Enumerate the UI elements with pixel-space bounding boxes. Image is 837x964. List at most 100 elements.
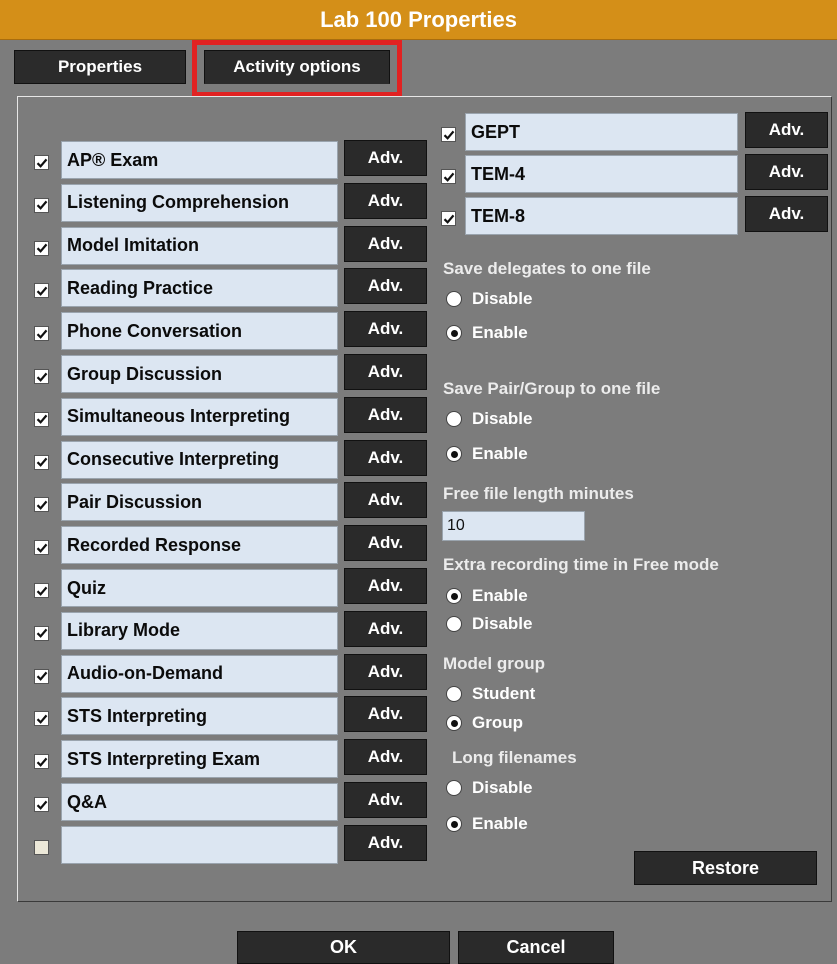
model-group-student-option[interactable]: Student: [446, 684, 535, 704]
exam-checkbox[interactable]: [441, 169, 456, 184]
long-filenames-label: Long filenames: [452, 748, 577, 767]
cancel-button[interactable]: Cancel: [458, 931, 614, 964]
activity-adv-button[interactable]: Adv.: [344, 782, 427, 818]
activity-name-field[interactable]: Library Mode: [61, 611, 338, 650]
activity-adv-button[interactable]: Adv.: [344, 824, 427, 861]
save-pair-group-disable-option[interactable]: Disable: [446, 409, 532, 429]
activity-adv-button[interactable]: Adv.: [344, 225, 427, 262]
tab-highlight-box: [192, 40, 402, 97]
radio-icon[interactable]: [446, 780, 462, 796]
activity-name-field[interactable]: Reading Practice: [61, 269, 338, 308]
radio-icon[interactable]: [446, 816, 462, 832]
save-pair-group-enable-option[interactable]: Enable: [446, 444, 528, 464]
activity-checkbox[interactable]: [34, 411, 49, 427]
activity-checkbox[interactable]: [34, 197, 49, 213]
activity-name-field[interactable]: STS Interpreting Exam: [61, 740, 338, 779]
radio-icon[interactable]: [446, 411, 462, 427]
activity-checkbox[interactable]: [34, 326, 49, 342]
activity-checkbox[interactable]: [34, 839, 49, 855]
model-group-label: Model group: [443, 654, 545, 673]
activity-adv-button[interactable]: Adv.: [344, 268, 427, 305]
long-filenames-disable-option[interactable]: Disable: [446, 778, 532, 798]
exam-adv-button[interactable]: Adv.: [745, 196, 828, 232]
save-pair-group-label: Save Pair/Group to one file: [443, 379, 661, 398]
activity-checkbox[interactable]: [34, 711, 49, 727]
long-filenames-enable-option[interactable]: Enable: [446, 814, 528, 834]
radio-icon[interactable]: [446, 616, 462, 632]
activity-adv-button[interactable]: Adv.: [344, 140, 427, 176]
exam-checkbox[interactable]: [441, 127, 456, 142]
radio-icon[interactable]: [446, 291, 462, 307]
activity-checkbox[interactable]: [34, 454, 49, 470]
activity-checkbox[interactable]: [34, 540, 49, 556]
ok-button[interactable]: OK: [237, 931, 450, 964]
activity-name-field[interactable]: Audio-on-Demand: [61, 654, 338, 693]
radio-label: Disable: [472, 289, 533, 308]
activity-name-field[interactable]: Quiz: [61, 569, 338, 607]
activity-adv-button[interactable]: Adv.: [344, 396, 427, 433]
exam-name-field[interactable]: TEM-4: [465, 155, 738, 193]
activity-checkbox[interactable]: [34, 583, 49, 598]
activity-adv-button[interactable]: Adv.: [344, 696, 427, 733]
radio-label: Disable: [472, 409, 533, 428]
activity-name-field[interactable]: Group Discussion: [61, 355, 338, 393]
activity-name-field[interactable]: Consecutive Interpreting: [61, 440, 338, 479]
activity-checkbox[interactable]: [34, 155, 49, 170]
restore-button[interactable]: Restore: [634, 851, 817, 885]
activity-name-field[interactable]: Phone Conversation: [61, 312, 338, 351]
radio-icon[interactable]: [446, 686, 462, 702]
activity-name-field[interactable]: STS Interpreting: [61, 697, 338, 736]
radio-icon[interactable]: [446, 715, 462, 731]
activity-checkbox[interactable]: [34, 497, 49, 513]
window-title: Lab 100 Properties: [0, 0, 837, 40]
exam-checkbox[interactable]: [441, 211, 456, 226]
activity-adv-button[interactable]: Adv.: [344, 525, 427, 562]
activity-adv-button[interactable]: Adv.: [344, 568, 427, 604]
tab-properties[interactable]: Properties: [14, 50, 186, 84]
radio-icon[interactable]: [446, 446, 462, 462]
activity-name-field[interactable]: Q&A: [61, 783, 338, 821]
activity-name-field[interactable]: Simultaneous Interpreting: [61, 397, 338, 436]
radio-label: Enable: [472, 444, 528, 463]
radio-label: Enable: [472, 323, 528, 342]
activity-name-field[interactable]: AP® Exam: [61, 141, 338, 179]
activity-name-field[interactable]: [61, 825, 338, 864]
radio-icon[interactable]: [446, 325, 462, 341]
activity-checkbox[interactable]: [34, 668, 49, 684]
activity-name-field[interactable]: Recorded Response: [61, 526, 338, 565]
exam-adv-button[interactable]: Adv.: [745, 154, 828, 190]
extra-recording-label: Extra recording time in Free mode: [443, 555, 719, 574]
activity-checkbox[interactable]: [34, 754, 49, 770]
activity-name-field[interactable]: Listening Comprehension: [61, 183, 338, 222]
free-file-length-input[interactable]: 10: [442, 511, 585, 541]
activity-adv-button[interactable]: Adv.: [344, 653, 427, 690]
extra-recording-disable-option[interactable]: Disable: [446, 614, 532, 634]
activity-checkbox[interactable]: [34, 797, 49, 812]
activity-checkbox[interactable]: [34, 625, 49, 641]
exam-name-field[interactable]: GEPT: [465, 113, 738, 151]
radio-icon[interactable]: [446, 588, 462, 604]
activity-name-field[interactable]: Pair Discussion: [61, 483, 338, 522]
exam-adv-button[interactable]: Adv.: [745, 112, 828, 148]
radio-label: Disable: [472, 778, 533, 797]
save-delegates-label: Save delegates to one file: [443, 259, 651, 278]
free-file-length-label: Free file length minutes: [443, 484, 634, 503]
exam-name-field[interactable]: TEM-8: [465, 197, 738, 235]
activity-name-field[interactable]: Model Imitation: [61, 226, 338, 265]
activity-adv-button[interactable]: Adv.: [344, 482, 427, 519]
activity-checkbox[interactable]: [34, 240, 49, 256]
extra-recording-enable-option[interactable]: Enable: [446, 586, 528, 606]
radio-label: Student: [472, 684, 536, 703]
save-delegates-enable-option[interactable]: Enable: [446, 323, 528, 343]
activity-adv-button[interactable]: Adv.: [344, 439, 427, 476]
activity-checkbox[interactable]: [34, 369, 49, 384]
activity-checkbox[interactable]: [34, 283, 49, 299]
model-group-group-option[interactable]: Group: [446, 713, 523, 733]
activity-adv-button[interactable]: Adv.: [344, 354, 427, 390]
radio-label: Enable: [472, 814, 528, 833]
activity-adv-button[interactable]: Adv.: [344, 739, 427, 776]
activity-adv-button[interactable]: Adv.: [344, 311, 427, 348]
activity-adv-button[interactable]: Adv.: [344, 610, 427, 647]
save-delegates-disable-option[interactable]: Disable: [446, 289, 532, 309]
activity-adv-button[interactable]: Adv.: [344, 182, 427, 219]
